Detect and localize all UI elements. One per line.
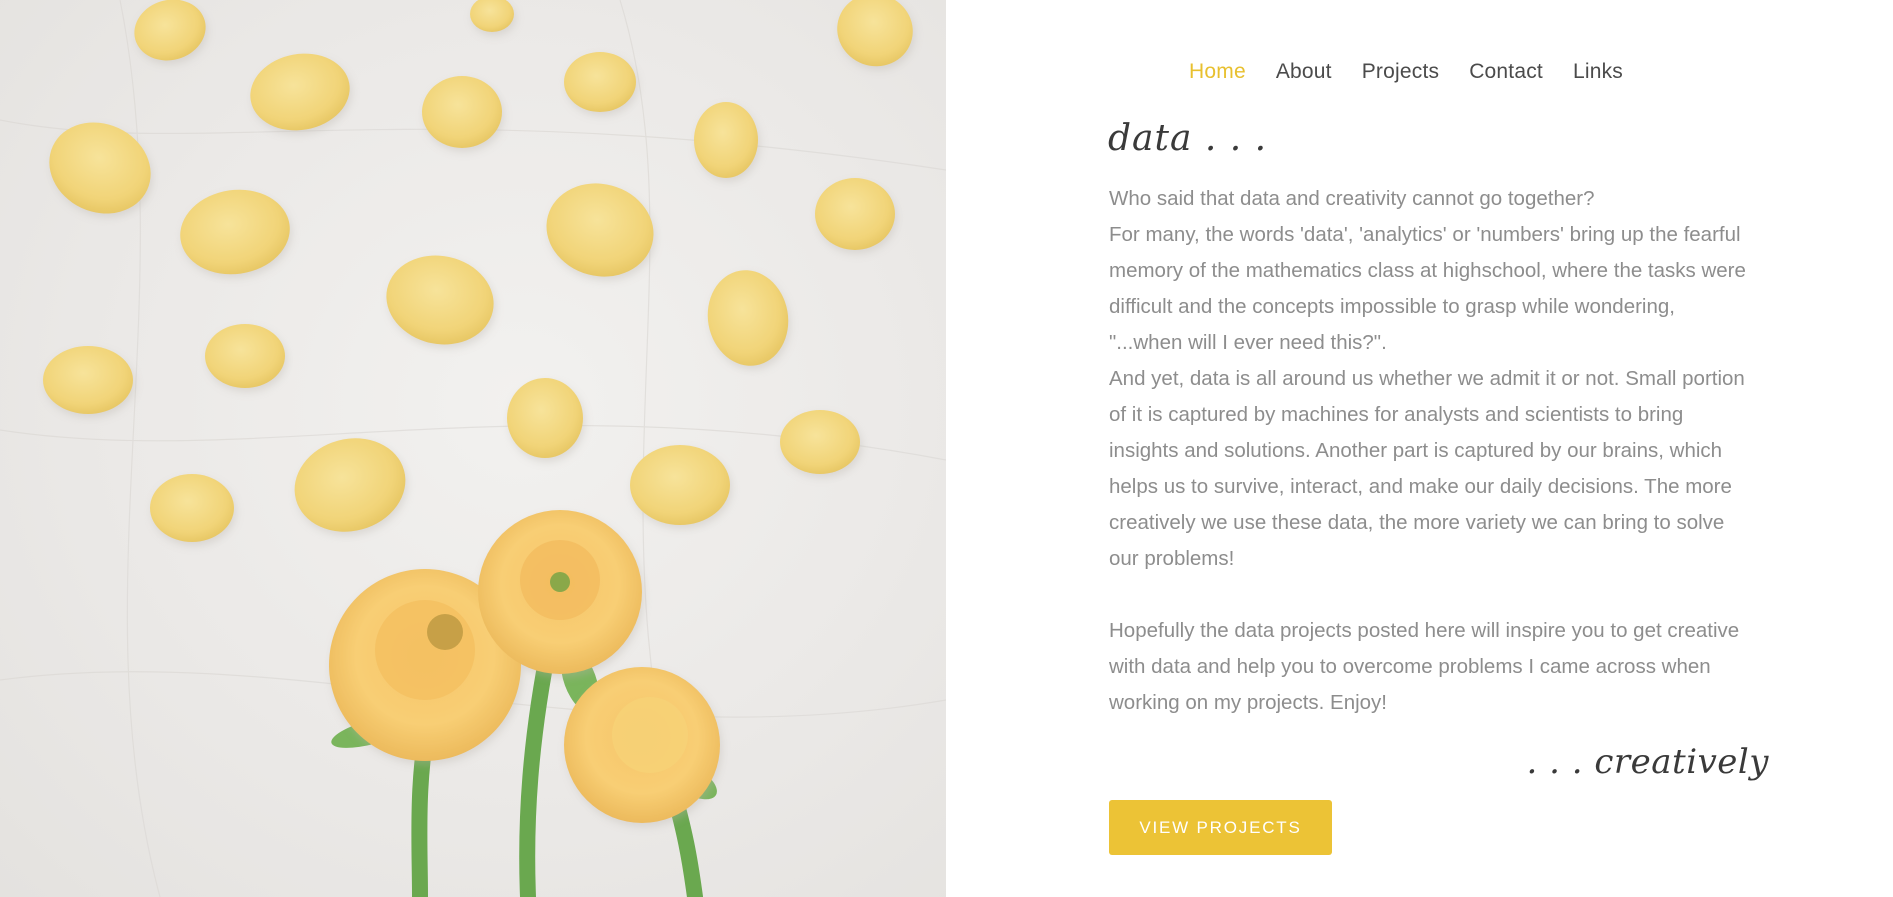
main-nav: Home About Projects Contact Links xyxy=(1189,60,1623,84)
heading-creatively: . . . creatively xyxy=(1526,742,1769,782)
content-panel: Home About Projects Contact Links data .… xyxy=(946,0,1893,897)
intro-paragraph-2: For many, the words 'data', 'analytics' … xyxy=(1109,223,1746,354)
hero-image xyxy=(0,0,946,897)
nav-home-link[interactable]: Home xyxy=(1189,60,1246,84)
heading-data: data . . . xyxy=(1108,118,1268,159)
intro-paragraph-3: And yet, data is all around us whether w… xyxy=(1109,367,1745,570)
hero-illustration xyxy=(0,0,946,897)
nav-projects-link[interactable]: Projects xyxy=(1362,60,1439,84)
nav-links-link[interactable]: Links xyxy=(1573,60,1623,84)
view-projects-button[interactable]: VIEW PROJECTS xyxy=(1109,800,1332,855)
page: Home About Projects Contact Links data .… xyxy=(0,0,1893,897)
nav-contact-link[interactable]: Contact xyxy=(1469,60,1543,84)
intro-paragraph-4: Hopefully the data projects posted here … xyxy=(1109,619,1740,714)
nav-about-link[interactable]: About xyxy=(1276,60,1332,84)
intro-text: Who said that data and creativity cannot… xyxy=(1109,181,1749,721)
intro-paragraph-1: Who said that data and creativity cannot… xyxy=(1109,187,1595,210)
